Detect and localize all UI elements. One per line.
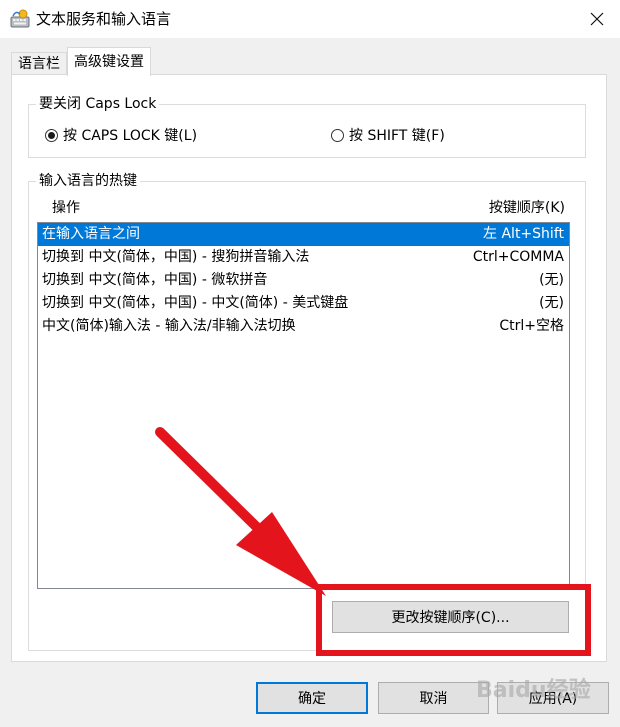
radio-shift-label: 按 SHIFT 键(F) bbox=[349, 128, 445, 144]
column-header-action: 操作 bbox=[52, 200, 80, 216]
list-item[interactable]: 在输入语言之间 左 Alt+Shift bbox=[38, 223, 569, 246]
close-icon bbox=[590, 12, 604, 26]
title-bar: 文本服务和输入语言 bbox=[0, 0, 620, 38]
list-item-keys: (无) bbox=[539, 272, 564, 288]
radio-button-unchecked-icon[interactable] bbox=[331, 128, 344, 142]
change-key-sequence-button[interactable]: 更改按键顺序(C)... bbox=[332, 601, 569, 633]
window-title: 文本服务和输入语言 bbox=[36, 10, 172, 28]
radio-button-checked-icon[interactable] bbox=[45, 128, 58, 142]
ok-button[interactable]: 确定 bbox=[256, 682, 368, 714]
tab-language-bar[interactable]: 语言栏 bbox=[11, 52, 67, 75]
list-item-action: 切换到 中文(简体，中国) - 微软拼音 bbox=[42, 272, 268, 288]
radio-caps-lock-label: 按 CAPS LOCK 键(L) bbox=[63, 128, 198, 144]
list-item-keys: 左 Alt+Shift bbox=[483, 226, 564, 242]
close-button[interactable] bbox=[574, 0, 620, 38]
radio-caps-lock[interactable]: 按 CAPS LOCK 键(L) bbox=[45, 125, 197, 145]
list-item-keys: Ctrl+COMMA bbox=[472, 249, 564, 265]
apply-button[interactable]: 应用(A) bbox=[497, 682, 609, 714]
list-item-action: 切换到 中文(简体，中国) - 搜狗拼音输入法 bbox=[42, 249, 310, 265]
hotkeys-legend: 输入语言的热键 bbox=[36, 172, 140, 190]
hotkey-list[interactable]: 在输入语言之间 左 Alt+Shift 切换到 中文(简体，中国) - 搜狗拼音… bbox=[37, 222, 570, 589]
column-header-key-sequence: 按键顺序(K) bbox=[488, 200, 565, 216]
keyboard-settings-icon bbox=[10, 9, 30, 28]
list-item[interactable]: 切换到 中文(简体，中国) - 微软拼音 (无) bbox=[38, 269, 569, 292]
list-item[interactable]: 切换到 中文(简体，中国) - 中文(简体) - 美式键盘 (无) bbox=[38, 292, 569, 315]
list-item-action: 在输入语言之间 bbox=[42, 226, 140, 242]
caps-lock-legend: 要关闭 Caps Lock bbox=[36, 95, 160, 113]
list-item-action: 切换到 中文(简体，中国) - 中文(简体) - 美式键盘 bbox=[42, 295, 349, 311]
tab-advanced-key-settings[interactable]: 高级键设置 bbox=[67, 47, 151, 76]
list-item-action: 中文(简体)输入法 - 输入法/非输入法切换 bbox=[42, 318, 296, 334]
cancel-button[interactable]: 取消 bbox=[378, 682, 489, 714]
list-item-keys: (无) bbox=[539, 295, 564, 311]
radio-shift[interactable]: 按 SHIFT 键(F) bbox=[331, 125, 445, 145]
list-item[interactable]: 中文(简体)输入法 - 输入法/非输入法切换 Ctrl+空格 bbox=[38, 315, 569, 338]
list-item[interactable]: 切换到 中文(简体，中国) - 搜狗拼音输入法 Ctrl+COMMA bbox=[38, 246, 569, 269]
list-item-keys: Ctrl+空格 bbox=[499, 318, 564, 334]
